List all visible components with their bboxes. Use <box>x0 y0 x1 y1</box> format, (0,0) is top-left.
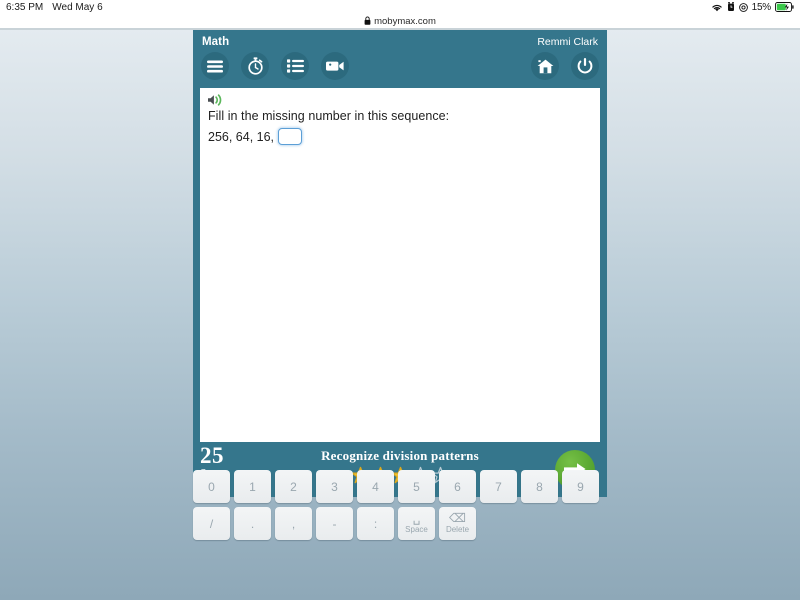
key-9[interactable]: 9 <box>562 470 599 503</box>
app-header: Math Remmi Clark <box>193 30 607 88</box>
key-1[interactable]: 1 <box>234 470 271 503</box>
answer-row: 256, 64, 16, <box>208 128 303 145</box>
keyboard-row-numbers: 0 1 2 3 4 5 6 7 8 9 <box>193 470 607 503</box>
video-button[interactable] <box>321 52 349 80</box>
key-label: 2 <box>290 479 297 494</box>
key-label: 1 <box>249 479 256 494</box>
key-label: 3 <box>331 479 338 494</box>
key-label: 4 <box>372 479 379 494</box>
keyboard-row-symbols: /., -: ␣ Space ⌫ Delete <box>193 507 607 540</box>
stopwatch-icon <box>247 57 264 75</box>
mobymax-app-frame: Math Remmi Clark Fill in the missing num… <box>193 30 607 497</box>
key-label: . <box>250 516 255 531</box>
list-button[interactable] <box>281 52 309 80</box>
key-6[interactable]: 6 <box>439 470 476 503</box>
list-icon <box>286 59 304 73</box>
key-label: / <box>209 516 214 531</box>
browser-url-bar[interactable]: mobymax.com <box>0 14 800 28</box>
speaker-icon[interactable] <box>207 92 227 108</box>
key-label: ⌫ <box>449 511 466 526</box>
key-colon[interactable]: : <box>357 507 394 540</box>
status-bar-right: 15% <box>711 2 794 13</box>
status-time: 6:35 PM <box>6 1 44 13</box>
key-5[interactable]: 5 <box>398 470 435 503</box>
key-0[interactable]: 0 <box>193 470 230 503</box>
key-sublabel: Space <box>405 525 428 535</box>
key-period[interactable]: . <box>234 507 271 540</box>
home-button[interactable] <box>531 52 559 80</box>
key-label: , <box>291 516 296 531</box>
toolbar-right <box>531 52 599 80</box>
menu-button[interactable] <box>201 52 229 80</box>
battery-percent: 15% <box>751 1 772 13</box>
key-7[interactable]: 7 <box>480 470 517 503</box>
key-label: 5 <box>413 479 420 494</box>
key-2[interactable]: 2 <box>275 470 312 503</box>
key-4[interactable]: 4 <box>357 470 394 503</box>
toolbar-left <box>201 52 349 80</box>
lesson-content-card: Fill in the missing number in this seque… <box>200 88 600 442</box>
status-date: Wed May 6 <box>52 1 103 13</box>
key-comma[interactable]: , <box>275 507 312 540</box>
lock-icon <box>364 16 371 27</box>
key-3[interactable]: 3 <box>316 470 353 503</box>
timer-button[interactable] <box>241 52 269 80</box>
key-delete[interactable]: ⌫ Delete <box>439 507 476 540</box>
url-text: mobymax.com <box>374 15 436 27</box>
key-label: 0 <box>208 479 215 494</box>
power-button[interactable] <box>571 52 599 80</box>
key-label: ␣ <box>412 511 421 526</box>
key-label: 6 <box>454 479 461 494</box>
key-label: 7 <box>495 479 502 494</box>
sequence-prefix: 256, 64, 16, <box>208 129 275 144</box>
skill-name: Recognize division patterns <box>321 448 479 463</box>
key-label: - <box>332 516 337 531</box>
status-bar-left: 6:35 PM Wed May 6 <box>6 2 103 13</box>
do-not-disturb-icon <box>738 2 748 12</box>
key-slash[interactable]: / <box>193 507 230 540</box>
key-label: 8 <box>536 479 543 494</box>
hamburger-menu-icon <box>207 60 223 73</box>
key-label: : <box>373 516 378 531</box>
power-icon <box>577 57 593 75</box>
home-icon <box>537 59 554 74</box>
key-hyphen[interactable]: - <box>316 507 353 540</box>
key-8[interactable]: 8 <box>521 470 558 503</box>
alarm-icon <box>727 2 735 12</box>
ios-status-bar: 6:35 PM Wed May 6 15% <box>0 0 800 14</box>
key-space[interactable]: ␣ Space <box>398 507 435 540</box>
answer-input[interactable] <box>278 128 303 145</box>
user-name: Remmi Clark <box>537 36 598 48</box>
key-sublabel: Delete <box>445 525 470 535</box>
question-prompt: Fill in the missing number in this seque… <box>208 109 450 123</box>
video-camera-icon <box>326 60 344 72</box>
page-title: Math <box>202 36 230 48</box>
wifi-icon <box>711 3 723 12</box>
battery-charging-icon <box>775 2 794 12</box>
key-label: 9 <box>577 479 584 494</box>
onscreen-keyboard: 0123456789 /., -: ␣ Space ⌫ Delete <box>193 470 607 544</box>
